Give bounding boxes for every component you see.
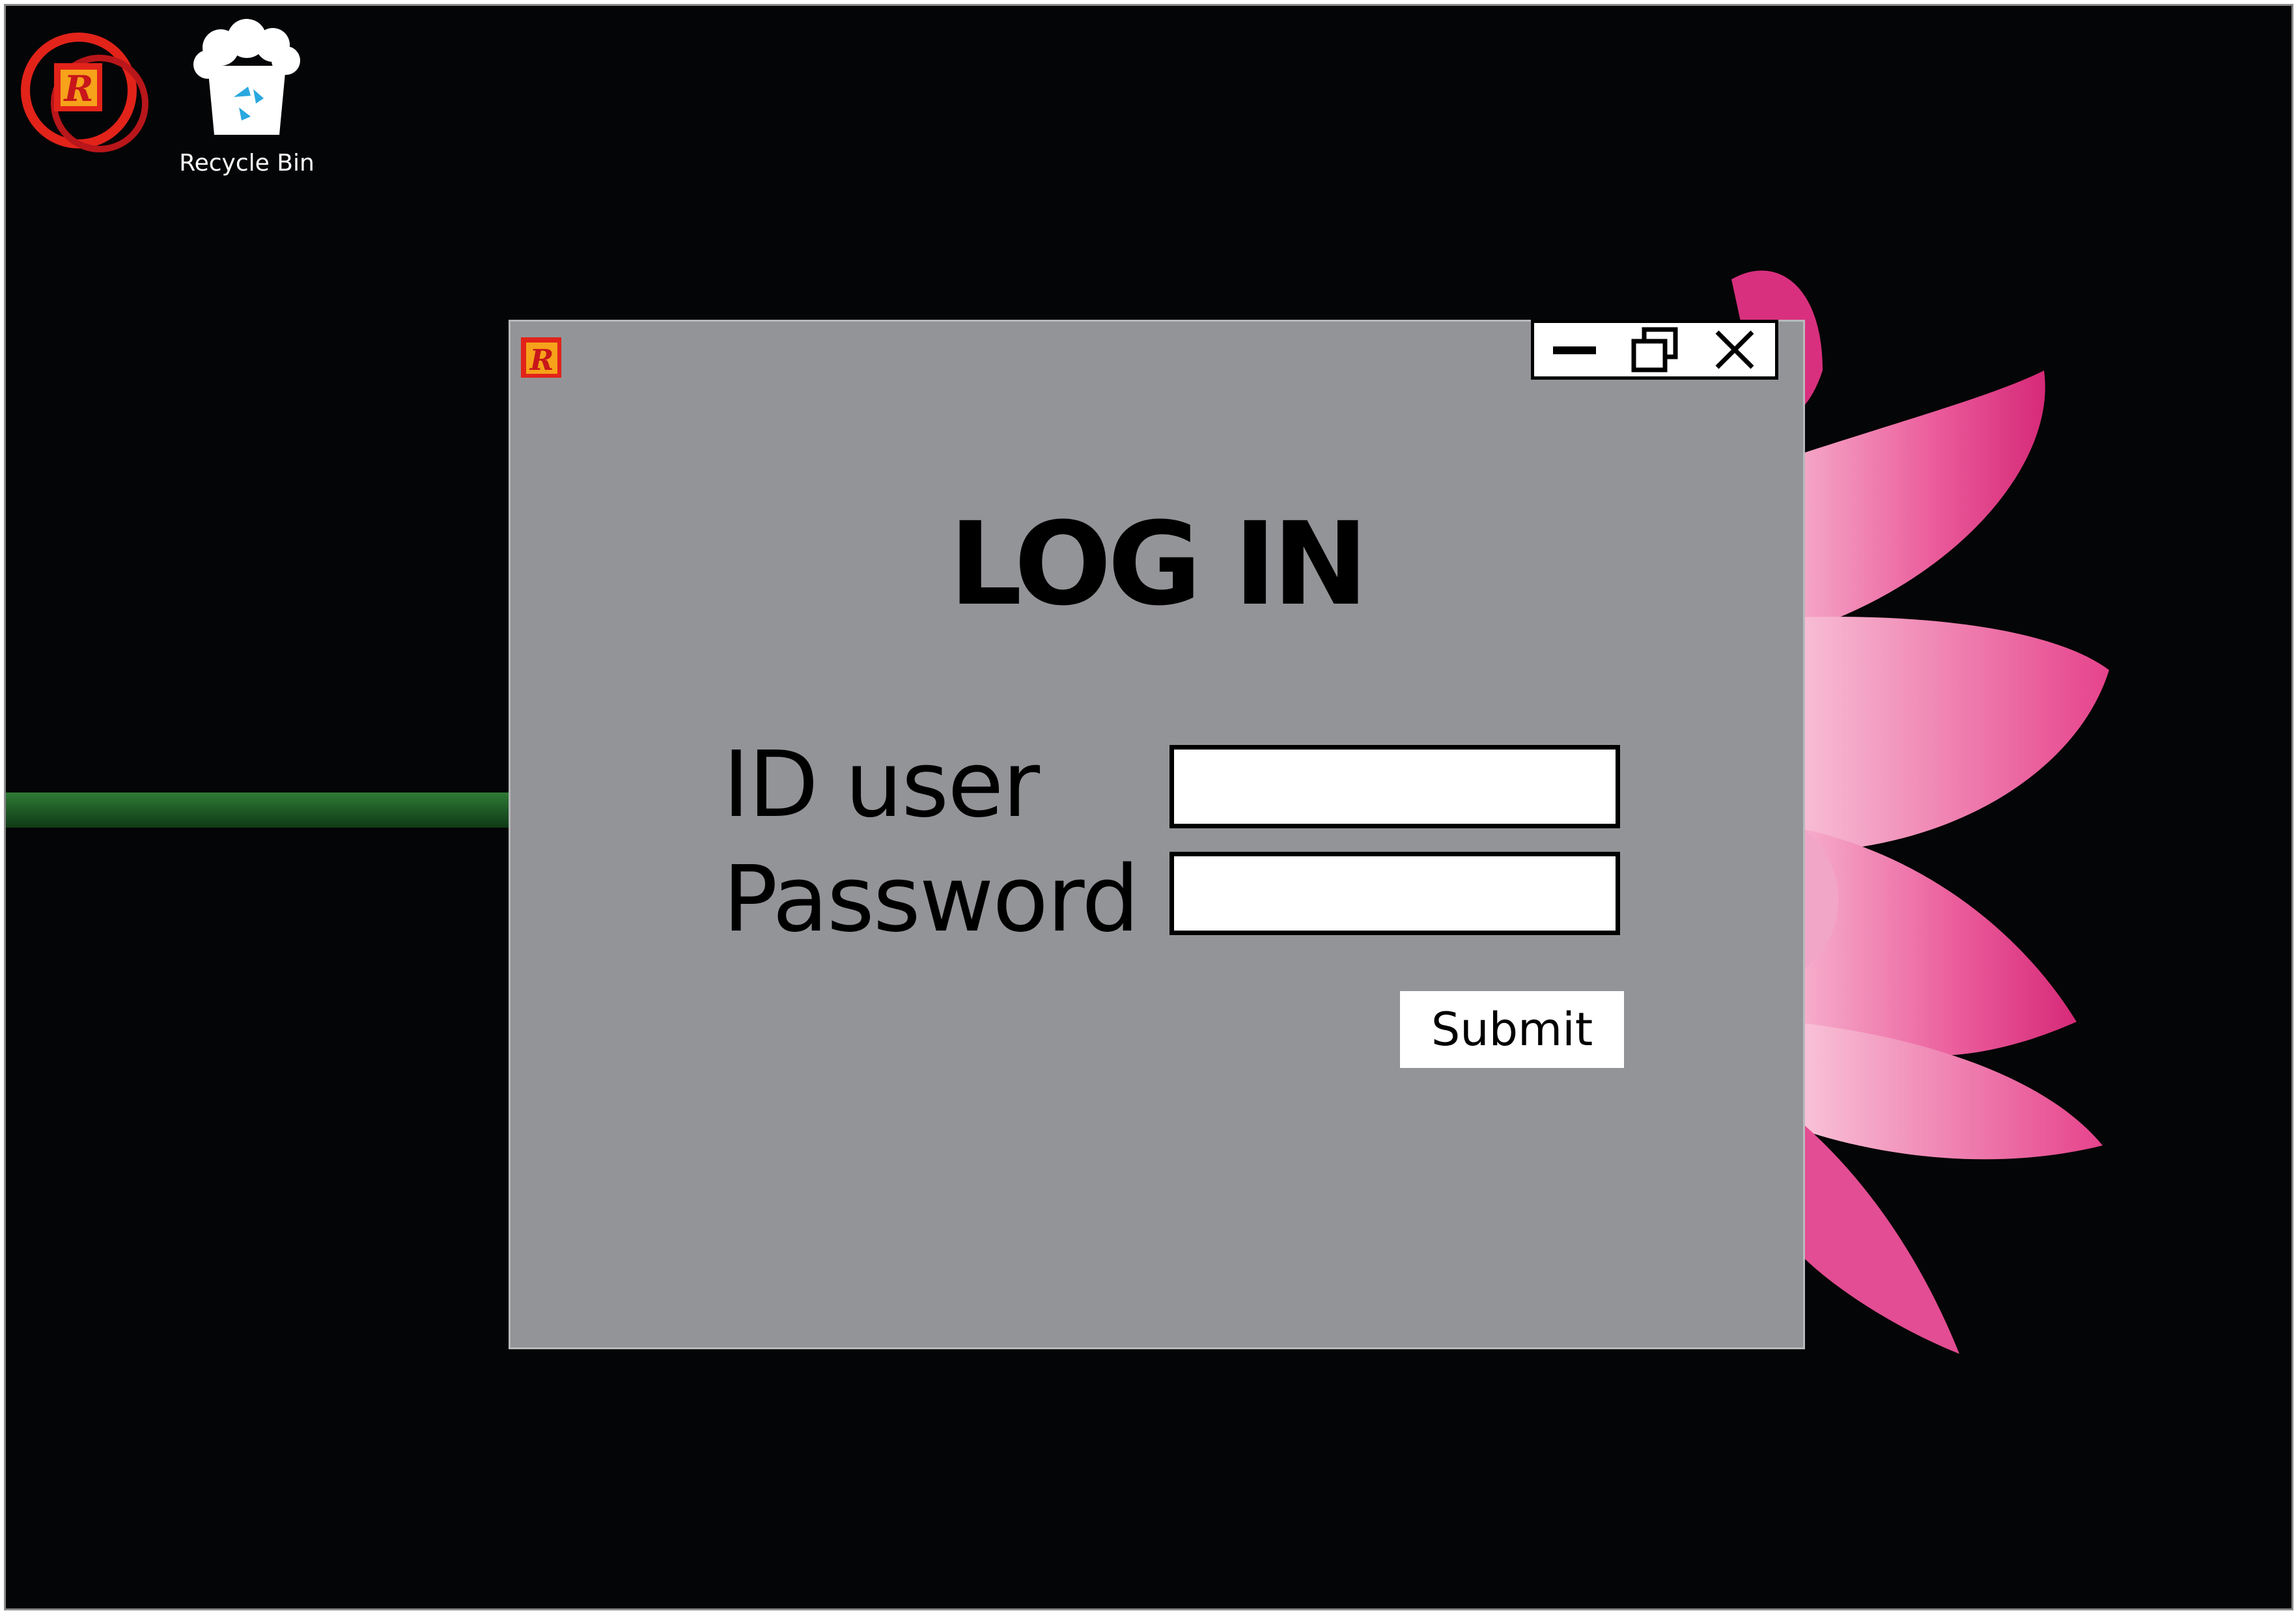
- minimize-icon: [1552, 346, 1596, 354]
- close-icon: [1715, 330, 1754, 369]
- svg-text:R: R: [63, 68, 94, 109]
- page-title: LOG IN: [949, 498, 1368, 631]
- restore-button[interactable]: [1625, 324, 1684, 376]
- petal: [1777, 371, 2045, 631]
- app-icon: R: [521, 337, 561, 378]
- restore-icon: [1631, 327, 1678, 372]
- minimize-button[interactable]: [1545, 324, 1604, 376]
- window-controls: [1531, 320, 1778, 380]
- password-field[interactable]: [1169, 852, 1620, 935]
- stem: [6, 792, 514, 828]
- recycle-bin-label: Recycle Bin: [179, 150, 315, 176]
- id-user-field[interactable]: [1169, 745, 1620, 828]
- password-label: Password: [723, 847, 1140, 953]
- petal: [1790, 826, 2077, 1056]
- app-shortcut-icon: R: [21, 33, 148, 152]
- recycle-bin-shortcut[interactable]: Recycle Bin: [169, 19, 325, 188]
- login-window: R LOG IN ID user Password Submit: [509, 320, 1805, 1349]
- svg-text:R: R: [529, 344, 554, 377]
- close-button[interactable]: [1705, 324, 1764, 376]
- submit-button[interactable]: Submit: [1400, 991, 1624, 1068]
- app-shortcut[interactable]: R: [15, 25, 152, 156]
- petal: [1777, 617, 2109, 852]
- desktop: R Recycle Bin R LOG IN ID user Password …: [4, 4, 2293, 1610]
- recycle-bin-icon: [193, 19, 300, 135]
- id-user-label: ID user: [723, 732, 1040, 838]
